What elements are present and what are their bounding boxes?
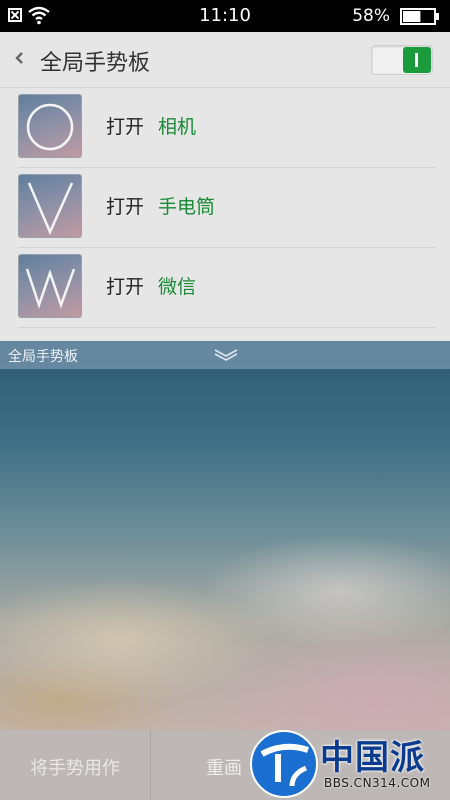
w-gesture-icon (25, 268, 76, 309)
gesture-app-name: 手电筒 (158, 196, 216, 218)
toggle-knob (403, 47, 431, 73)
gesture-thumbnail-w (18, 254, 82, 318)
circle-gesture-icon (26, 103, 74, 151)
row-divider (18, 327, 436, 328)
v-gesture-icon (27, 182, 74, 236)
gesture-panel-label: 全局手势板 (8, 349, 78, 365)
gesture-row[interactable]: 打开 手电筒 (0, 168, 450, 248)
battery-percent: 58% (352, 6, 390, 26)
chevron-down-double-icon[interactable] (213, 347, 239, 363)
gesture-row[interactable]: 打开 相机 (0, 88, 450, 168)
use-gesture-as-label: 将手势用作 (30, 758, 120, 779)
gesture-action-label: 打开 (106, 116, 145, 138)
gesture-action-label: 打开 (106, 196, 145, 218)
watermark-brand: 中国派 (320, 738, 425, 778)
gesture-panel-handle[interactable]: 全局手势板 (0, 341, 450, 369)
cn314-logo-icon (250, 730, 318, 798)
gesture-action-label: 打开 (106, 276, 145, 298)
page-title: 全局手势板 (40, 51, 151, 76)
gesture-thumbnail-v (18, 174, 82, 238)
gesture-app-name: 微信 (158, 276, 197, 298)
global-gesture-toggle[interactable] (371, 45, 433, 75)
gesture-app-name: 相机 (158, 116, 197, 138)
watermark: 中国派 BBS.CN314.COM (248, 728, 448, 798)
gesture-settings-panel: 全局手势板 打开 相机 打开 手电筒 打开 微信 (0, 32, 450, 341)
battery-icon (400, 8, 439, 25)
use-gesture-as-button[interactable]: 将手势用作 (0, 730, 150, 800)
gesture-row[interactable]: 打开 微信 (0, 248, 450, 328)
redraw-label: 重画 (206, 758, 242, 779)
header: 全局手势板 (0, 32, 450, 88)
status-bar: 11:10 58% (0, 0, 450, 32)
gesture-thumbnail-o (18, 94, 82, 158)
back-arrow-icon[interactable] (12, 50, 26, 66)
gesture-drawing-area[interactable] (0, 341, 450, 730)
watermark-site: BBS.CN314.COM (324, 776, 431, 790)
